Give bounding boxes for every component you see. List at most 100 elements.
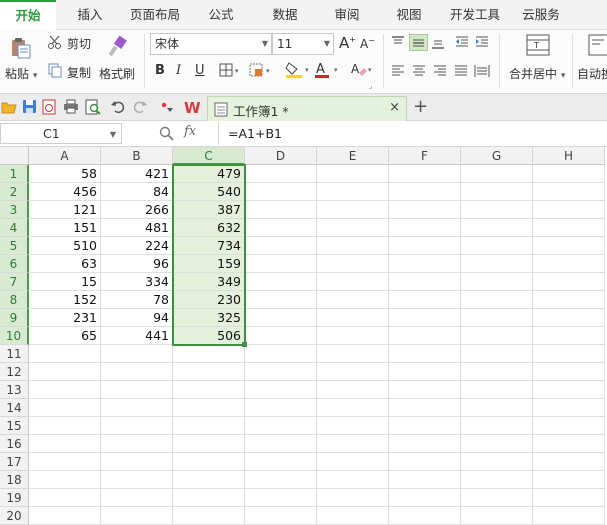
row-header-3[interactable]: 3 (0, 201, 29, 219)
cell-h2[interactable] (533, 183, 605, 201)
cell-g1[interactable] (461, 165, 533, 183)
row-header-5[interactable]: 5 (0, 237, 29, 255)
row-header-19[interactable]: 19 (0, 489, 29, 507)
cell-a17[interactable] (29, 453, 101, 471)
cell-h17[interactable] (533, 453, 605, 471)
cell-a8[interactable]: 152 (29, 291, 101, 309)
select-all-corner[interactable] (0, 147, 29, 165)
cell-f9[interactable] (389, 309, 461, 327)
cell-d15[interactable] (245, 417, 317, 435)
cell-h11[interactable] (533, 345, 605, 363)
cell-e20[interactable] (317, 507, 389, 525)
cell-g6[interactable] (461, 255, 533, 273)
cell-e16[interactable] (317, 435, 389, 453)
cell-c9[interactable]: 325 (173, 309, 245, 327)
cell-b19[interactable] (101, 489, 173, 507)
cell-e6[interactable] (317, 255, 389, 273)
font-name-select[interactable]: 宋体 ▼ (150, 33, 272, 55)
fill-handle[interactable] (242, 342, 247, 347)
column-header-d[interactable]: D (245, 147, 317, 165)
cell-h8[interactable] (533, 291, 605, 309)
cell-h5[interactable] (533, 237, 605, 255)
cell-g5[interactable] (461, 237, 533, 255)
cell-e18[interactable] (317, 471, 389, 489)
cell-g12[interactable] (461, 363, 533, 381)
format-painter-button[interactable]: 格式刷 (99, 65, 135, 82)
search-icon[interactable] (159, 126, 174, 144)
cell-d2[interactable] (245, 183, 317, 201)
open-folder-icon[interactable] (1, 100, 17, 117)
cell-g15[interactable] (461, 417, 533, 435)
cell-f18[interactable] (389, 471, 461, 489)
document-tab[interactable]: 工作簿1 * × (207, 96, 407, 121)
row-header-6[interactable]: 6 (0, 255, 29, 273)
cell-a6[interactable]: 63 (29, 255, 101, 273)
cell-a9[interactable]: 231 (29, 309, 101, 327)
decrease-font-icon[interactable]: A− (360, 36, 375, 51)
cell-d11[interactable] (245, 345, 317, 363)
cell-a10[interactable]: 65 (29, 327, 101, 345)
cell-c2[interactable]: 540 (173, 183, 245, 201)
cell-g17[interactable] (461, 453, 533, 471)
cell-b20[interactable] (101, 507, 173, 525)
cell-c15[interactable] (173, 417, 245, 435)
cell-g2[interactable] (461, 183, 533, 201)
cell-d14[interactable] (245, 399, 317, 417)
cell-a19[interactable] (29, 489, 101, 507)
cell-e15[interactable] (317, 417, 389, 435)
cell-g8[interactable] (461, 291, 533, 309)
cell-f12[interactable] (389, 363, 461, 381)
save-icon[interactable] (22, 99, 37, 117)
increase-font-icon[interactable]: A+ (339, 34, 356, 52)
cell-h6[interactable] (533, 255, 605, 273)
cell-c16[interactable] (173, 435, 245, 453)
cell-d8[interactable] (245, 291, 317, 309)
cell-f10[interactable] (389, 327, 461, 345)
column-header-c[interactable]: C (173, 147, 245, 165)
cell-c13[interactable] (173, 381, 245, 399)
cell-d1[interactable] (245, 165, 317, 183)
cell-h1[interactable] (533, 165, 605, 183)
cell-b13[interactable] (101, 381, 173, 399)
cell-e3[interactable] (317, 201, 389, 219)
cell-f20[interactable] (389, 507, 461, 525)
cell-g18[interactable] (461, 471, 533, 489)
cell-h18[interactable] (533, 471, 605, 489)
export-pdf-icon[interactable] (42, 99, 57, 118)
cell-a18[interactable] (29, 471, 101, 489)
cell-b10[interactable]: 441 (101, 327, 173, 345)
cell-e4[interactable] (317, 219, 389, 237)
row-header-4[interactable]: 4 (0, 219, 29, 237)
cell-b2[interactable]: 84 (101, 183, 173, 201)
cell-a12[interactable] (29, 363, 101, 381)
align-left-icon[interactable] (391, 65, 405, 80)
cell-f17[interactable] (389, 453, 461, 471)
print-preview-icon[interactable] (85, 99, 101, 118)
row-header-7[interactable]: 7 (0, 273, 29, 291)
tab-insert[interactable]: 插入 (62, 0, 118, 30)
cell-d10[interactable] (245, 327, 317, 345)
row-header-2[interactable]: 2 (0, 183, 29, 201)
cell-g13[interactable] (461, 381, 533, 399)
cell-h12[interactable] (533, 363, 605, 381)
cell-h15[interactable] (533, 417, 605, 435)
cell-b7[interactable]: 334 (101, 273, 173, 291)
cell-b3[interactable]: 266 (101, 201, 173, 219)
cell-b6[interactable]: 96 (101, 255, 173, 273)
justify-icon[interactable] (454, 65, 468, 80)
cell-c6[interactable]: 159 (173, 255, 245, 273)
cell-d20[interactable] (245, 507, 317, 525)
cell-d6[interactable] (245, 255, 317, 273)
underline-button[interactable]: U (195, 63, 205, 78)
cell-a7[interactable]: 15 (29, 273, 101, 291)
auto-wrap-button[interactable]: 自动换 (577, 65, 607, 82)
undo-icon[interactable] (110, 99, 125, 117)
cell-c11[interactable] (173, 345, 245, 363)
column-header-a[interactable]: A (29, 147, 101, 165)
cell-h16[interactable] (533, 435, 605, 453)
cell-c18[interactable] (173, 471, 245, 489)
cell-d5[interactable] (245, 237, 317, 255)
format-painter-icon[interactable] (104, 34, 130, 63)
cell-d4[interactable] (245, 219, 317, 237)
cell-d17[interactable] (245, 453, 317, 471)
